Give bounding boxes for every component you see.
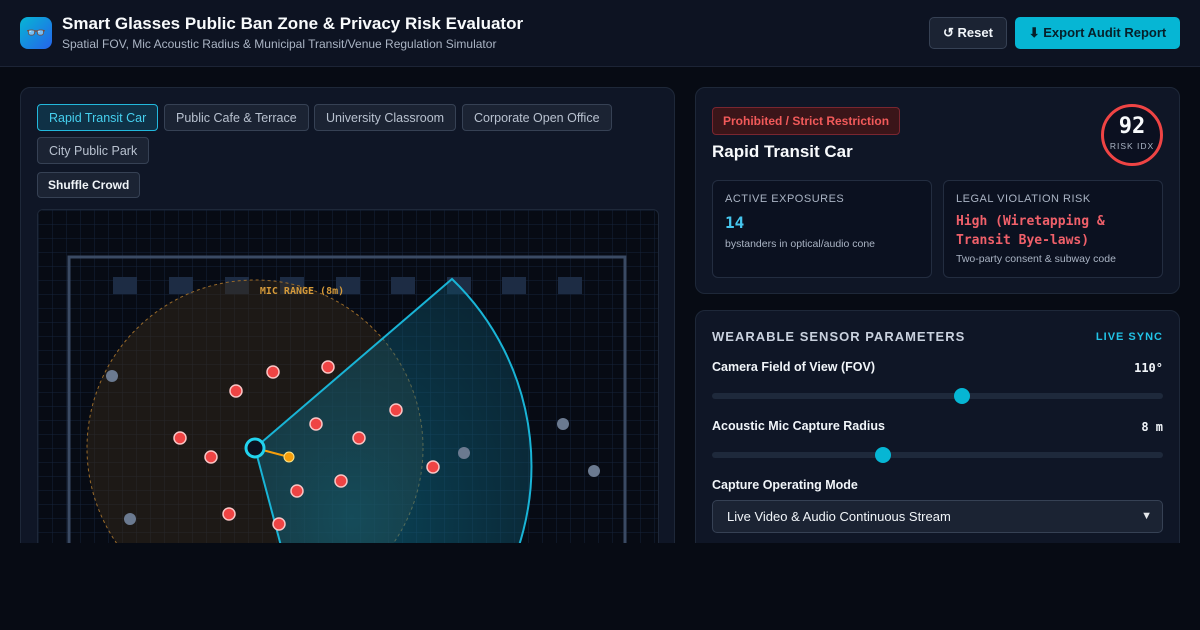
bystander-safe xyxy=(124,513,136,525)
bystander-exposed xyxy=(173,431,187,445)
mic-radius-slider[interactable] xyxy=(712,447,1163,463)
reset-button[interactable]: ↺ Reset xyxy=(929,17,1007,49)
chevron-down-icon: ▼ xyxy=(1141,510,1152,522)
live-sync-indicator: LIVE SYNC xyxy=(1095,331,1163,343)
spatial-map-canvas: MIC RANGE (8m) xyxy=(38,210,658,548)
bystander-safe xyxy=(106,370,118,382)
bystander-exposed xyxy=(321,360,335,374)
shuffle-crowd-button[interactable]: Shuffle Crowd xyxy=(37,172,141,198)
risk-index-label: RISK IDX xyxy=(1109,141,1155,151)
heading-handle[interactable] xyxy=(283,451,295,463)
tab-public-cafe[interactable]: Public Cafe & Terrace xyxy=(164,104,309,131)
legal-risk-heading: Legal Violation Risk xyxy=(956,193,1091,205)
bystander-safe xyxy=(557,418,569,430)
sensor-parameters-panel: Wearable Sensor Parameters LIVE SYNC Cam… xyxy=(695,310,1180,560)
bystander-exposed xyxy=(334,474,348,488)
capture-mode-label: Capture Operating Mode xyxy=(712,478,858,492)
bystander-exposed xyxy=(229,384,243,398)
wearer-marker[interactable] xyxy=(244,437,266,459)
risk-index-value: 92 xyxy=(1118,114,1146,139)
active-exposures-caption: bystanders in optical/audio cone xyxy=(725,238,876,250)
tab-rapid-transit-car[interactable]: Rapid Transit Car xyxy=(37,104,159,131)
bystander-exposed xyxy=(272,517,286,531)
mic-range-label: MIC RANGE (8m) xyxy=(260,286,344,297)
legal-risk-caption: Two-party consent & subway code xyxy=(956,253,1116,265)
mic-radius-label: Acoustic Mic Capture Radius xyxy=(712,419,885,433)
bystander-exposed xyxy=(389,403,403,417)
active-exposures-card: Active Exposures 14 bystanders in optica… xyxy=(712,180,932,278)
bystander-exposed xyxy=(309,417,323,431)
legal-risk-value: High (Wiretapping & Transit Bye-laws) xyxy=(956,214,1105,248)
bystander-exposed xyxy=(352,431,366,445)
active-exposures-value: 14 xyxy=(725,213,745,232)
capture-mode-value: Live Video & Audio Continuous Stream xyxy=(727,509,951,524)
bystander-exposed xyxy=(426,460,440,474)
export-audit-button[interactable]: ⬇ Export Audit Report xyxy=(1015,17,1180,49)
environment-title: Rapid Transit Car xyxy=(712,142,853,161)
tab-corporate-office[interactable]: Corporate Open Office xyxy=(462,104,612,131)
mic-radius-value: 8 m xyxy=(1141,420,1163,434)
bystander-exposed xyxy=(266,365,280,379)
bystander-exposed xyxy=(204,450,218,464)
fov-slider[interactable] xyxy=(712,388,1163,404)
active-exposures-heading: Active Exposures xyxy=(725,193,845,205)
app-header: 👓 Smart Glasses Public Ban Zone & Privac… xyxy=(0,0,1200,67)
seat-row xyxy=(113,277,582,294)
risk-status-panel: Prohibited / Strict Restriction Rapid Tr… xyxy=(695,87,1180,294)
legal-risk-card: Legal Violation Risk High (Wiretapping &… xyxy=(943,180,1163,278)
spatial-map[interactable]: MIC RANGE (8m) xyxy=(37,209,659,549)
bystander-exposed xyxy=(222,507,236,521)
glasses-icon: 👓 xyxy=(20,17,52,49)
bystander-safe xyxy=(458,447,470,459)
tab-city-park[interactable]: City Public Park xyxy=(37,137,150,164)
simulation-panel: Rapid Transit Car Public Cafe & Terrace … xyxy=(20,87,675,557)
bystander-safe xyxy=(588,465,600,477)
bystander-exposed xyxy=(290,484,304,498)
parameters-title: Wearable Sensor Parameters xyxy=(712,329,966,344)
fov-label: Camera Field of View (FOV) xyxy=(712,360,876,374)
app-subtitle: Spatial FOV, Mic Acoustic Radius & Munic… xyxy=(62,37,497,51)
capture-mode-select[interactable]: Live Video & Audio Continuous Stream ▼ xyxy=(712,500,1163,533)
risk-index-gauge: 92 RISK IDX xyxy=(1101,104,1163,166)
status-badge: Prohibited / Strict Restriction xyxy=(712,107,901,135)
app-title: Smart Glasses Public Ban Zone & Privacy … xyxy=(62,14,524,33)
mic-radius-slider-thumb[interactable] xyxy=(875,447,892,463)
fov-value: 110° xyxy=(1134,361,1163,375)
viewport-bottom xyxy=(0,543,1200,630)
tab-university-classroom[interactable]: University Classroom xyxy=(314,104,457,131)
fov-slider-thumb[interactable] xyxy=(954,388,971,404)
